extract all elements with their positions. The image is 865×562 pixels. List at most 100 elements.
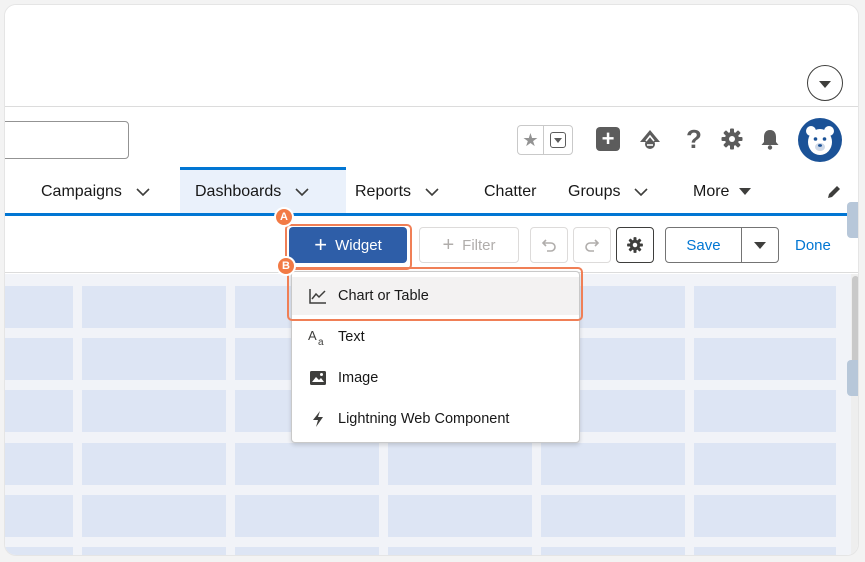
grid-cell <box>694 443 836 485</box>
chevron-down-icon[interactable] <box>634 187 649 196</box>
chevron-down-icon <box>550 132 566 148</box>
grid-cell <box>388 547 532 555</box>
grid-cell <box>235 495 379 537</box>
favorites-group: ★ <box>517 125 573 155</box>
chevron-down-icon <box>819 80 831 88</box>
caret-down-icon <box>754 241 766 249</box>
undo-icon <box>541 239 556 252</box>
grid-cell <box>541 547 685 555</box>
add-filter-label: Filter <box>462 236 496 254</box>
highlight-widget-button <box>285 224 412 270</box>
star-icon: ★ <box>522 129 539 150</box>
pencil-icon <box>828 185 840 198</box>
done-button[interactable]: Done <box>795 227 831 263</box>
notifications-button[interactable] <box>757 126 783 152</box>
bear-icon <box>806 126 834 155</box>
grid-cell <box>694 547 836 555</box>
grid-cell <box>82 547 226 555</box>
menu-item-label: Lightning Web Component <box>338 411 510 427</box>
chevron-down-icon[interactable] <box>136 187 150 196</box>
grid-cell <box>694 338 836 380</box>
nav-more-menu[interactable]: More <box>693 170 752 213</box>
nav-tab-campaigns[interactable]: Campaigns <box>41 170 150 213</box>
add-filter-button[interactable]: + Filter <box>419 227 519 263</box>
app-window: ★ + ? Campaigns Dashboards Reports Chatt… <box>4 4 859 556</box>
redo-button[interactable] <box>573 227 611 263</box>
menu-item-text[interactable]: A a Text <box>292 318 579 356</box>
user-avatar[interactable] <box>798 118 842 162</box>
nav-tab-label: More <box>693 182 730 200</box>
global-header: ★ + ? <box>5 108 858 170</box>
nav-tab-groups[interactable]: Groups <box>568 170 649 213</box>
canvas-scrollbar[interactable] <box>851 274 858 555</box>
top-area <box>5 5 858 107</box>
gear-icon <box>721 128 743 150</box>
question-icon: ? <box>686 123 702 154</box>
save-button[interactable]: Save <box>666 228 742 262</box>
text-aa-icon: A a <box>308 327 328 347</box>
redo-icon <box>585 239 600 252</box>
side-panel-toggle-top[interactable] <box>847 202 858 238</box>
nav-tab-label: Groups <box>568 182 621 200</box>
menu-item-image[interactable]: Image <box>292 359 579 397</box>
save-options-button[interactable] <box>742 228 778 262</box>
chevron-down-icon[interactable] <box>295 187 309 196</box>
grid-cell <box>5 338 73 380</box>
bell-icon <box>761 130 779 150</box>
chevron-down-icon[interactable] <box>425 187 439 196</box>
step-badge-b: B <box>276 256 296 276</box>
save-label: Save <box>686 236 721 254</box>
grid-cell <box>82 495 226 537</box>
grid-cell <box>5 390 73 432</box>
grid-cell <box>82 390 226 432</box>
grid-cell <box>5 547 73 555</box>
step-badge-a: A <box>274 207 294 227</box>
menu-item-lightning-web-component[interactable]: Lightning Web Component <box>292 400 579 438</box>
grid-cell <box>694 286 836 328</box>
grid-cell <box>541 443 685 485</box>
menu-item-label: Text <box>338 329 365 345</box>
done-label: Done <box>795 236 831 254</box>
grid-cell <box>82 286 226 328</box>
grid-cell <box>5 443 73 485</box>
nav-tab-reports[interactable]: Reports <box>355 170 439 213</box>
grid-cell <box>388 443 532 485</box>
grid-cell <box>541 495 685 537</box>
svg-text:A: A <box>308 328 317 343</box>
highlight-chart-or-table <box>287 267 583 321</box>
dashboard-edit-toolbar: + Widget + Filter Save Done <box>5 219 858 273</box>
save-button-group: Save <box>665 227 779 263</box>
dashboard-properties-button[interactable] <box>616 227 654 263</box>
grid-cell <box>388 495 532 537</box>
grid-cell <box>694 390 836 432</box>
favorite-star-button[interactable]: ★ <box>518 126 544 154</box>
grid-cell <box>5 495 73 537</box>
setup-button[interactable] <box>719 126 745 152</box>
nav-tab-label: Chatter <box>484 182 537 200</box>
undo-button[interactable] <box>530 227 568 263</box>
grid-cell <box>235 547 379 555</box>
nav-tab-label: Reports <box>355 182 412 200</box>
global-actions-button[interactable]: + <box>595 126 621 152</box>
plus-square-icon: + <box>596 127 620 151</box>
menu-item-label: Image <box>338 370 379 386</box>
global-dropdown-button[interactable] <box>807 65 843 101</box>
grid-cell <box>82 338 226 380</box>
nav-tab-chatter[interactable]: Chatter <box>484 170 536 213</box>
gear-icon <box>627 237 643 253</box>
plus-icon: + <box>442 233 455 256</box>
nav-tab-dashboards[interactable]: Dashboards <box>180 167 346 213</box>
edit-nav-button[interactable] <box>825 170 843 213</box>
help-button[interactable]: ? <box>681 123 707 154</box>
grid-cell <box>82 443 226 485</box>
trailhead-button[interactable] <box>637 126 663 152</box>
global-search-input[interactable] <box>5 121 129 159</box>
caret-down-icon <box>739 188 752 195</box>
grid-cell <box>235 443 379 485</box>
favorites-list-button[interactable] <box>544 126 572 154</box>
side-panel-toggle[interactable] <box>847 360 858 396</box>
trailhead-icon <box>640 130 660 149</box>
nav-tab-label: Campaigns <box>41 182 122 200</box>
lightning-icon <box>308 409 328 429</box>
grid-cell <box>694 495 836 537</box>
